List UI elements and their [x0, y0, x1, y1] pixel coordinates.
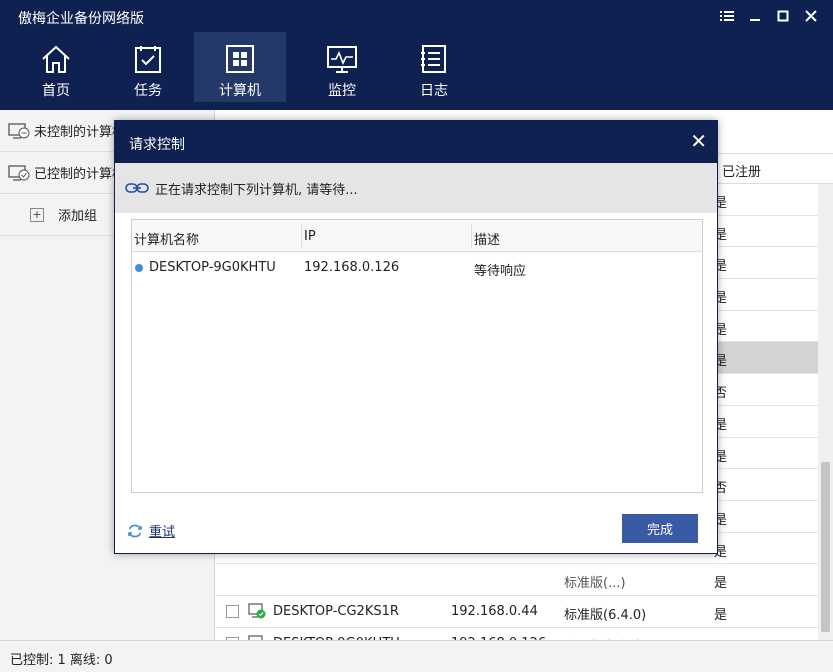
done-button[interactable]: 完成 — [622, 514, 698, 543]
version-cell: 标准版(6.4.0) — [564, 607, 647, 623]
column-description[interactable]: 描述 — [474, 229, 500, 248]
menu-icon[interactable] — [717, 6, 737, 26]
nav-logs-label: 日志 — [420, 83, 448, 99]
nav-monitor-label: 监控 — [328, 83, 356, 99]
status-bar: 已控制: 1 离线: 0 — [0, 640, 833, 672]
nav-home[interactable]: 首页 — [10, 32, 102, 102]
computer-name-cell: DESKTOP-CG2KS1R — [273, 603, 399, 619]
pending-status-icon — [135, 264, 143, 272]
nav-logs[interactable]: 日志 — [388, 32, 480, 102]
app-title: 傲梅企业备份网络版 — [18, 11, 144, 27]
link-icon — [125, 183, 149, 193]
column-registered[interactable]: 已注册 — [722, 161, 761, 180]
title-bar: 傲梅企业备份网络版 首页 任务 计算机 监控 日志 — [0, 0, 833, 110]
refresh-icon — [128, 524, 142, 537]
retry-label: 重试 — [149, 525, 176, 540]
nav-monitor[interactable]: 监控 — [296, 32, 388, 102]
dialog-close-icon[interactable]: ✕ — [690, 129, 707, 153]
maximize-icon[interactable] — [773, 6, 793, 26]
table-row[interactable]: DESKTOP-9G0KHTU 192.168.0.126 等待响应 — [132, 252, 702, 282]
column-computer-name[interactable]: 计算机名称 — [134, 229, 199, 248]
dialog-message-bar: 正在请求控制下列计算机, 请等待... — [115, 163, 717, 213]
request-table: 计算机名称 IP 描述 DESKTOP-9G0KHTU 192.168.0.12… — [131, 219, 703, 493]
computer-outline-icon — [8, 122, 30, 139]
log-icon — [421, 45, 446, 73]
table-row[interactable]: 标准版(...) 是 — [216, 564, 818, 596]
column-ip[interactable]: IP — [304, 229, 316, 244]
request-ip: 192.168.0.126 — [304, 260, 400, 275]
retry-link[interactable]: 重试 — [127, 521, 175, 540]
registered-cell: 是 — [714, 576, 728, 592]
table-row[interactable]: DESKTOP-CG2KS1R 192.168.0.44 标准版(6.4.0) … — [216, 596, 818, 628]
request-table-header: 计算机名称 IP 描述 — [132, 220, 702, 252]
status-text: 已控制: 1 离线: 0 — [10, 653, 113, 668]
request-description: 等待响应 — [474, 264, 527, 279]
nav-computers[interactable]: 计算机 — [194, 32, 286, 102]
plus-icon: + — [30, 207, 44, 222]
computer-icon — [226, 45, 254, 73]
main-nav: 首页 任务 计算机 监控 日志 — [10, 32, 480, 102]
scrollbar-thumb[interactable] — [821, 462, 830, 632]
dialog-title: 请求控制 — [129, 137, 185, 153]
dialog-message: 正在请求控制下列计算机, 请等待... — [155, 182, 358, 198]
sidebar-item-controlled-label: 已控制的计算机 — [34, 167, 126, 182]
ip-cell: 192.168.0.44 — [451, 603, 538, 619]
close-icon[interactable] — [801, 6, 821, 26]
minimize-icon[interactable] — [745, 6, 765, 26]
table-scrollbar[interactable] — [818, 184, 833, 640]
home-icon — [42, 45, 70, 73]
nav-computers-label: 计算机 — [219, 83, 261, 99]
registered-cell: 是 — [714, 607, 728, 623]
monitor-icon — [327, 46, 357, 73]
computer-check-icon — [8, 164, 30, 181]
nav-home-label: 首页 — [42, 83, 70, 99]
version-cell: 标准版(...) — [564, 576, 626, 592]
sidebar-item-uncontrolled-label: 未控制的计算机 — [34, 125, 126, 140]
row-checkbox[interactable] — [226, 604, 239, 618]
computer-online-icon — [248, 603, 266, 619]
request-computer-name: DESKTOP-9G0KHTU — [149, 260, 276, 275]
nav-tasks-label: 任务 — [134, 83, 162, 99]
request-control-dialog: 请求控制 ✕ 正在请求控制下列计算机, 请等待... 计算机名称 IP 描述 D… — [114, 120, 718, 554]
add-group-label: 添加组 — [58, 209, 98, 224]
nav-tasks[interactable]: 任务 — [102, 32, 194, 102]
dialog-header: 请求控制 ✕ — [115, 121, 717, 163]
window-controls — [717, 6, 821, 26]
task-icon — [135, 46, 161, 73]
